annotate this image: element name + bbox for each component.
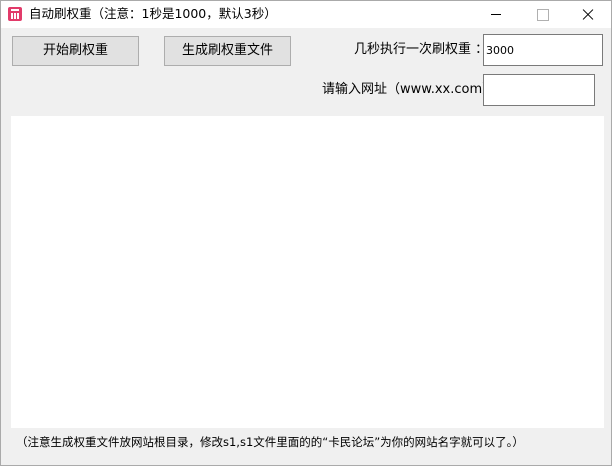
maximize-button[interactable] bbox=[519, 1, 565, 28]
footer-note: （注意生成权重文件放网站根目录，修改s1,s1文件里面的的“卡民论坛”为你的网站… bbox=[16, 435, 524, 449]
generate-file-button[interactable]: 生成刷权重文件 bbox=[164, 36, 291, 66]
title-bar[interactable]: 自动刷权重（注意：1秒是1000，默认3秒） bbox=[1, 1, 611, 28]
close-button[interactable] bbox=[565, 1, 611, 28]
minimize-button[interactable] bbox=[473, 1, 519, 28]
url-label: 请输入网址（www.xx.com） bbox=[322, 82, 496, 97]
url-input[interactable] bbox=[483, 74, 595, 106]
interval-label: 几秒执行一次刷权重 ： bbox=[354, 42, 489, 57]
window-title: 自动刷权重（注意：1秒是1000，默认3秒） bbox=[29, 6, 277, 21]
start-button[interactable]: 开始刷权重 bbox=[12, 36, 139, 66]
interval-input[interactable] bbox=[483, 34, 603, 66]
log-area[interactable] bbox=[11, 116, 604, 428]
app-window: 自动刷权重（注意：1秒是1000，默认3秒） 开始刷权重 生成刷权重文件 几秒执… bbox=[0, 0, 612, 466]
app-icon bbox=[8, 7, 22, 21]
